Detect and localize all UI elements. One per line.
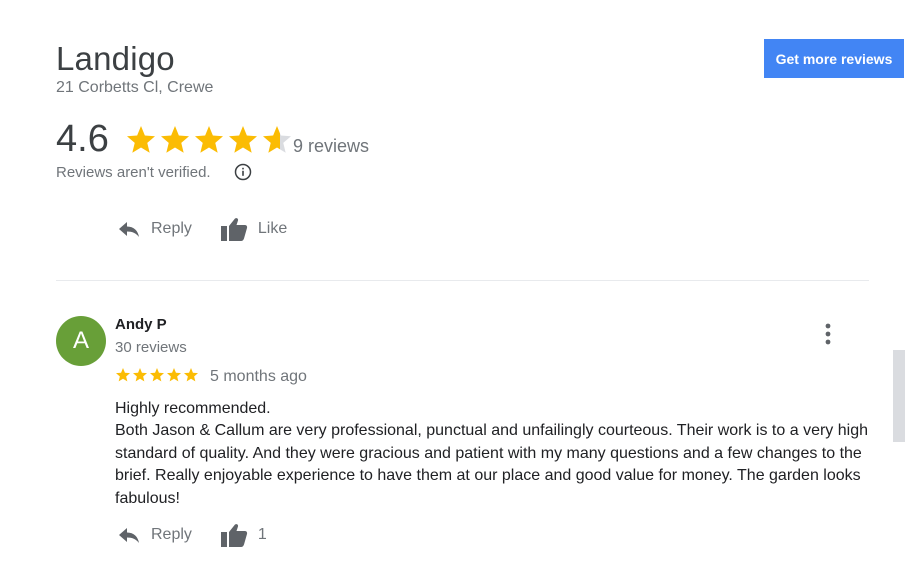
star-icon	[133, 368, 147, 382]
like-label: Like	[257, 220, 288, 237]
reply-label: Reply	[151, 220, 192, 237]
review-text-body: Both Jason & Callum are very professiona…	[115, 422, 868, 507]
thumbs-up-icon	[220, 218, 248, 241]
avatar-letter: A	[72, 327, 89, 354]
star-icon	[161, 126, 189, 153]
thumbs-up-icon	[220, 524, 248, 547]
like-count: 1	[257, 526, 267, 543]
review-like-button[interactable]: 1	[220, 522, 267, 548]
verification-note: Reviews aren't verified.	[56, 164, 211, 181]
business-name: Landigo	[56, 40, 175, 77]
star-icon	[150, 368, 164, 382]
info-icon[interactable]	[234, 163, 252, 181]
review-actions: Reply 1	[117, 522, 267, 548]
review-text: Highly recommended. Both Jason & Callum …	[115, 398, 870, 510]
overall-star-rating	[125, 124, 293, 156]
review-star-rating	[115, 367, 199, 383]
star-icon	[184, 368, 198, 382]
section-divider	[56, 280, 869, 281]
reply-icon	[119, 528, 139, 543]
star-icon	[116, 368, 130, 382]
total-reviews-link[interactable]: 9 reviews	[293, 136, 369, 157]
review-time: 5 months ago	[210, 368, 307, 385]
avatar[interactable]: A	[56, 316, 106, 366]
star-icon	[127, 126, 155, 153]
star-icon	[195, 126, 223, 153]
reply-icon	[119, 222, 139, 237]
reviewer-name[interactable]: Andy P	[115, 316, 167, 333]
review-text-line: Highly recommended.	[115, 400, 271, 417]
overall-rating: 4.6	[56, 118, 109, 160]
reviewer-review-count: 30 reviews	[115, 339, 187, 356]
review-reply-button[interactable]: Reply	[117, 525, 192, 545]
owner-actions: Reply Like	[117, 216, 287, 242]
star-icon	[229, 126, 257, 153]
star-icon	[263, 126, 291, 153]
reply-button[interactable]: Reply	[117, 219, 192, 239]
scrollbar-thumb[interactable]	[893, 350, 905, 442]
like-button[interactable]: Like	[220, 216, 287, 242]
business-address: 21 Corbetts Cl, Crewe	[56, 79, 214, 96]
star-icon	[167, 368, 181, 382]
get-more-reviews-button[interactable]: Get more reviews	[764, 39, 904, 78]
reply-label: Reply	[151, 526, 192, 543]
more-vert-icon[interactable]	[818, 322, 838, 346]
